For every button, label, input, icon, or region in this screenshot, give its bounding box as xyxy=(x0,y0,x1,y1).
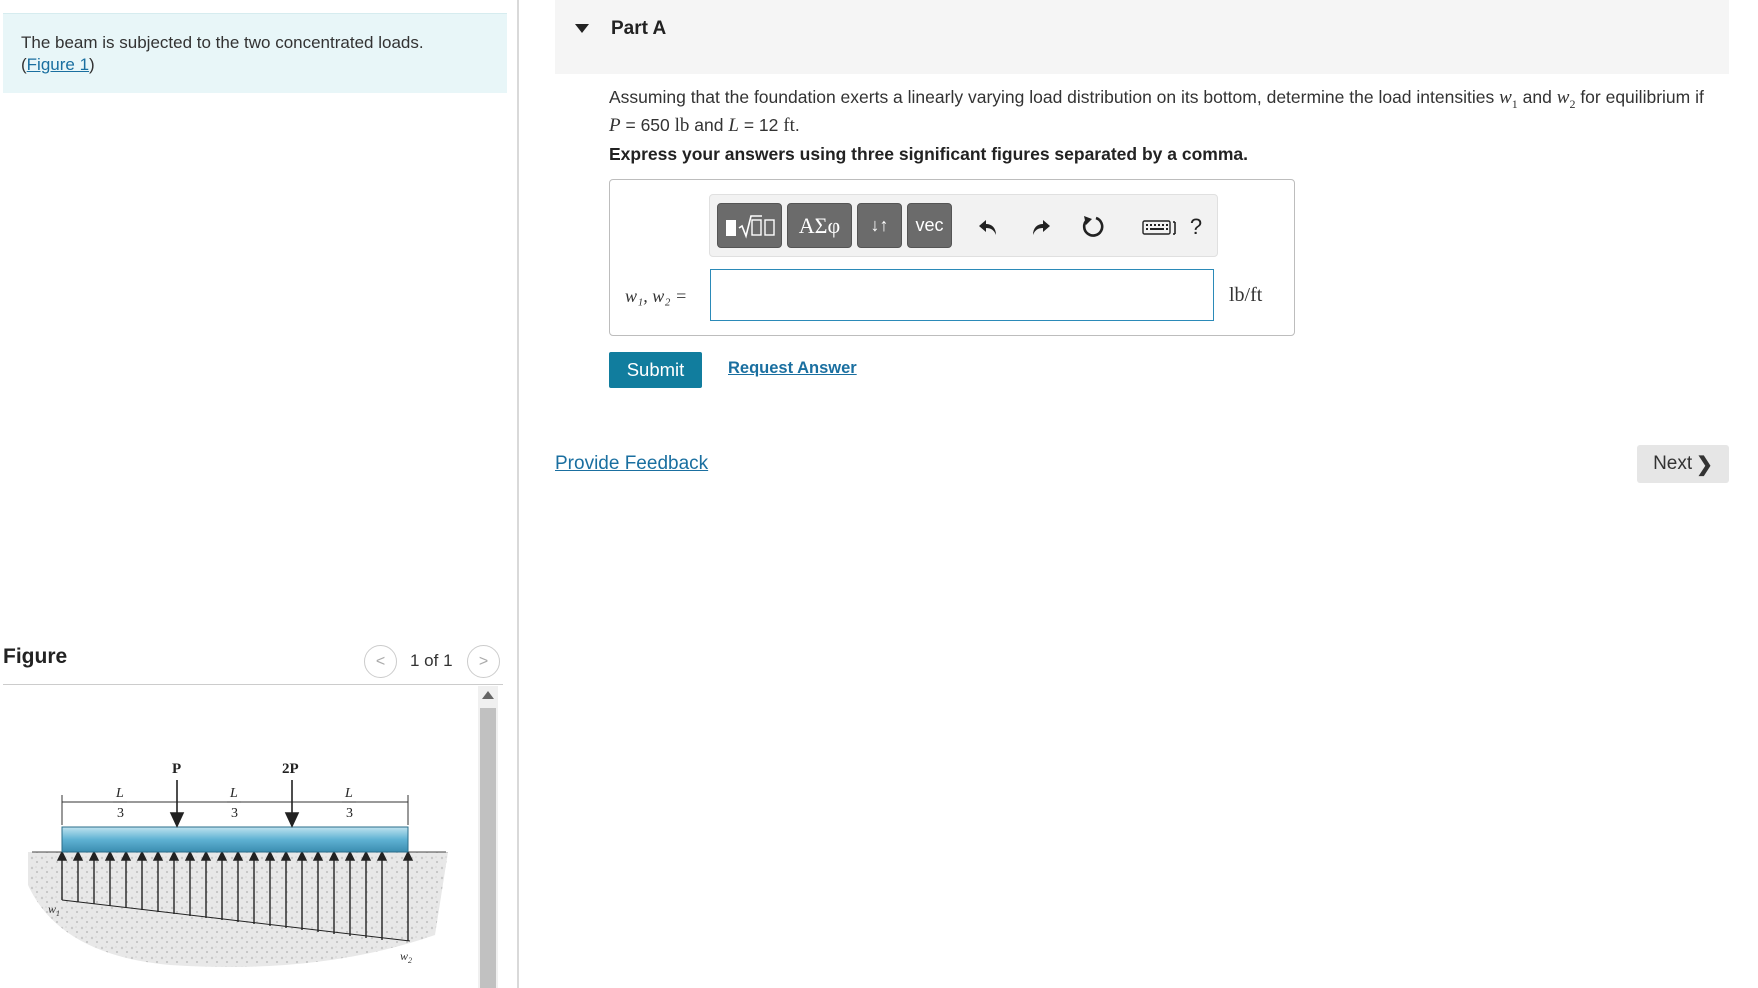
question-period: . xyxy=(794,114,800,135)
load-2p-label: 2P xyxy=(282,761,299,777)
vector-button[interactable]: vec xyxy=(907,203,952,248)
l-symbol: L xyxy=(728,114,739,136)
answer-input[interactable] xyxy=(710,269,1214,321)
templates-icon xyxy=(725,214,775,239)
answer-instructions: Express your answers using three signifi… xyxy=(609,144,1248,164)
w1-symbol-sub: 1 xyxy=(1511,96,1518,111)
keyboard-button[interactable] xyxy=(1138,209,1182,245)
w2-sub: 2 xyxy=(408,956,412,965)
part-title: Part A xyxy=(611,18,667,39)
l-value: = 12 xyxy=(743,114,779,135)
column-divider xyxy=(517,0,519,988)
w2-symbol: w2 xyxy=(1556,87,1576,111)
part-header[interactable]: Part A xyxy=(555,0,1729,74)
l-unit: ft xyxy=(783,114,795,136)
span-1-num: L xyxy=(115,786,124,801)
beam-figure: P 2P L 3 L 3 L 3 w1 w2 xyxy=(28,761,448,967)
math-toolbar: ΑΣφ ↓↑ vec ? xyxy=(709,194,1218,257)
load-2p-arrowhead xyxy=(284,812,300,828)
span-2-den: 3 xyxy=(231,806,238,821)
redo-icon xyxy=(1033,220,1050,235)
prev-figure-button[interactable]: < xyxy=(364,645,397,678)
w2-symbol-sub: 2 xyxy=(1569,96,1576,111)
reset-icon xyxy=(1082,216,1104,237)
p-symbol: P xyxy=(609,114,621,136)
chevron-right-icon: > xyxy=(478,652,489,670)
greek-symbols-button[interactable]: ΑΣφ xyxy=(787,203,852,248)
span-3-den: 3 xyxy=(346,806,353,821)
problem-intro: The beam is subjected to the two concent… xyxy=(3,13,507,93)
left-panel: The beam is subjected to the two concent… xyxy=(0,0,510,988)
w2-symbol-letter: w xyxy=(1556,87,1570,108)
w2-label: w xyxy=(400,949,408,963)
figure-page-indicator: 1 of 1 xyxy=(410,651,453,670)
figure-scrollbar[interactable] xyxy=(478,686,498,988)
undo-button[interactable] xyxy=(970,209,1006,245)
question-and: and xyxy=(1522,87,1552,107)
question-text-before: Assuming that the foundation exerts a li… xyxy=(609,87,1495,107)
help-button[interactable]: ? xyxy=(1178,209,1214,245)
span-2-num: L xyxy=(229,786,238,801)
provide-feedback-link[interactable]: Provide Feedback xyxy=(555,453,708,475)
figure-link[interactable]: Figure 1 xyxy=(27,55,89,74)
request-answer-link[interactable]: Request Answer xyxy=(728,359,857,378)
keyboard-icon xyxy=(1142,220,1176,235)
w1-symbol: w1 xyxy=(1499,87,1518,111)
span-1-den: 3 xyxy=(117,806,124,821)
span-3-num: L xyxy=(344,786,353,801)
caret-down-icon[interactable] xyxy=(575,24,589,33)
answer-label: w₁, w₂ = xyxy=(625,286,688,306)
reset-button[interactable] xyxy=(1075,209,1111,245)
load-p-label: P xyxy=(172,761,181,777)
next-button-label: Next xyxy=(1653,453,1693,474)
w1-label: w xyxy=(48,902,56,916)
w1-symbol-letter: w xyxy=(1499,87,1512,108)
chevron-left-icon: < xyxy=(375,652,386,670)
templates-button[interactable] xyxy=(717,203,782,248)
beam xyxy=(61,826,409,853)
answer-box: ΑΣφ ↓↑ vec ? w₁, w₂ = lb/ft xyxy=(609,179,1295,336)
intro-text: The beam is subjected to the two concent… xyxy=(21,33,424,52)
p-unit: lb xyxy=(674,114,690,136)
question-text-after: for equilibrium if xyxy=(1580,87,1704,107)
w1-sub: 1 xyxy=(56,909,60,918)
figure-title: Figure xyxy=(3,645,68,668)
scroll-up-arrow-icon[interactable] xyxy=(482,691,494,699)
chevron-right-icon: ❯ xyxy=(1696,453,1713,476)
svg-text:w2: w2 xyxy=(400,949,412,965)
submit-button[interactable]: Submit xyxy=(609,352,702,388)
next-button[interactable]: Next ❯ xyxy=(1637,445,1729,483)
question-and-2: and xyxy=(694,114,724,135)
p-value: = 650 xyxy=(625,114,670,135)
undo-icon xyxy=(979,220,996,235)
figure-link-close: ) xyxy=(89,55,95,74)
scrollbar-thumb[interactable] xyxy=(480,708,496,988)
next-figure-button[interactable]: > xyxy=(467,645,500,678)
subscript-superscript-button[interactable]: ↓↑ xyxy=(857,203,902,248)
question-text: Assuming that the foundation exerts a li… xyxy=(609,87,1729,136)
load-p-arrowhead xyxy=(169,812,185,828)
figure-divider xyxy=(3,684,503,685)
redo-button[interactable] xyxy=(1023,209,1059,245)
answer-unit: lb/ft xyxy=(1229,284,1263,306)
